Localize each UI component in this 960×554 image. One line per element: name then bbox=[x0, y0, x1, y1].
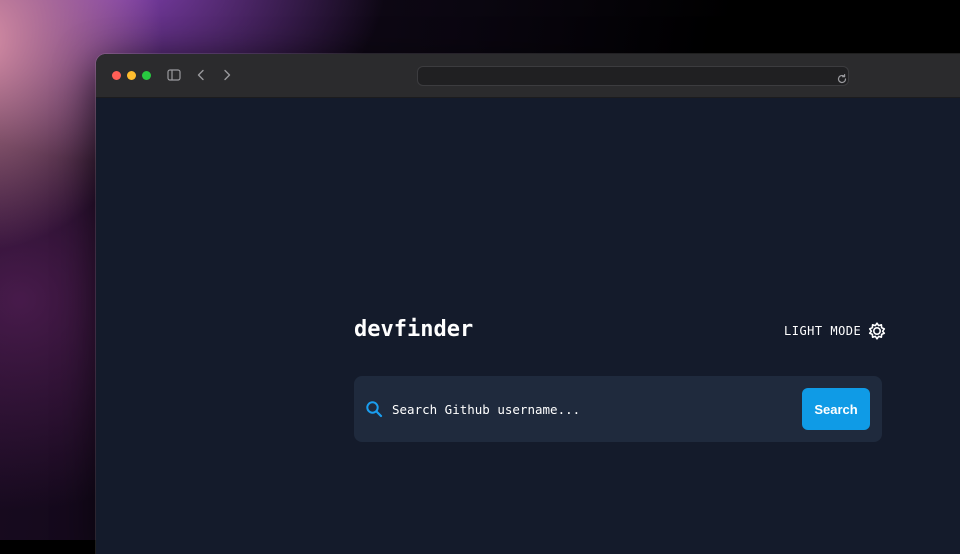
sidebar-toggle-icon[interactable] bbox=[167, 68, 181, 82]
reload-icon[interactable] bbox=[836, 70, 848, 84]
page-content: devfinder LIGHT MODE Search bbox=[96, 98, 960, 554]
app-title: devfinder bbox=[354, 317, 474, 342]
minimize-window-button[interactable] bbox=[127, 71, 136, 80]
search-bar: Search bbox=[354, 376, 882, 442]
search-button[interactable]: Search bbox=[802, 388, 870, 430]
theme-toggle-label: LIGHT MODE bbox=[784, 324, 862, 338]
search-input[interactable] bbox=[392, 398, 792, 420]
zoom-window-button[interactable] bbox=[142, 71, 151, 80]
browser-toolbar bbox=[96, 54, 960, 98]
address-bar[interactable] bbox=[417, 66, 849, 86]
back-icon[interactable] bbox=[194, 68, 208, 82]
forward-icon[interactable] bbox=[220, 68, 234, 82]
search-icon bbox=[365, 400, 383, 418]
close-window-button[interactable] bbox=[112, 71, 121, 80]
theme-toggle-button[interactable]: LIGHT MODE bbox=[784, 321, 887, 341]
sun-icon bbox=[867, 321, 887, 341]
browser-window: devfinder LIGHT MODE Search bbox=[96, 54, 960, 554]
